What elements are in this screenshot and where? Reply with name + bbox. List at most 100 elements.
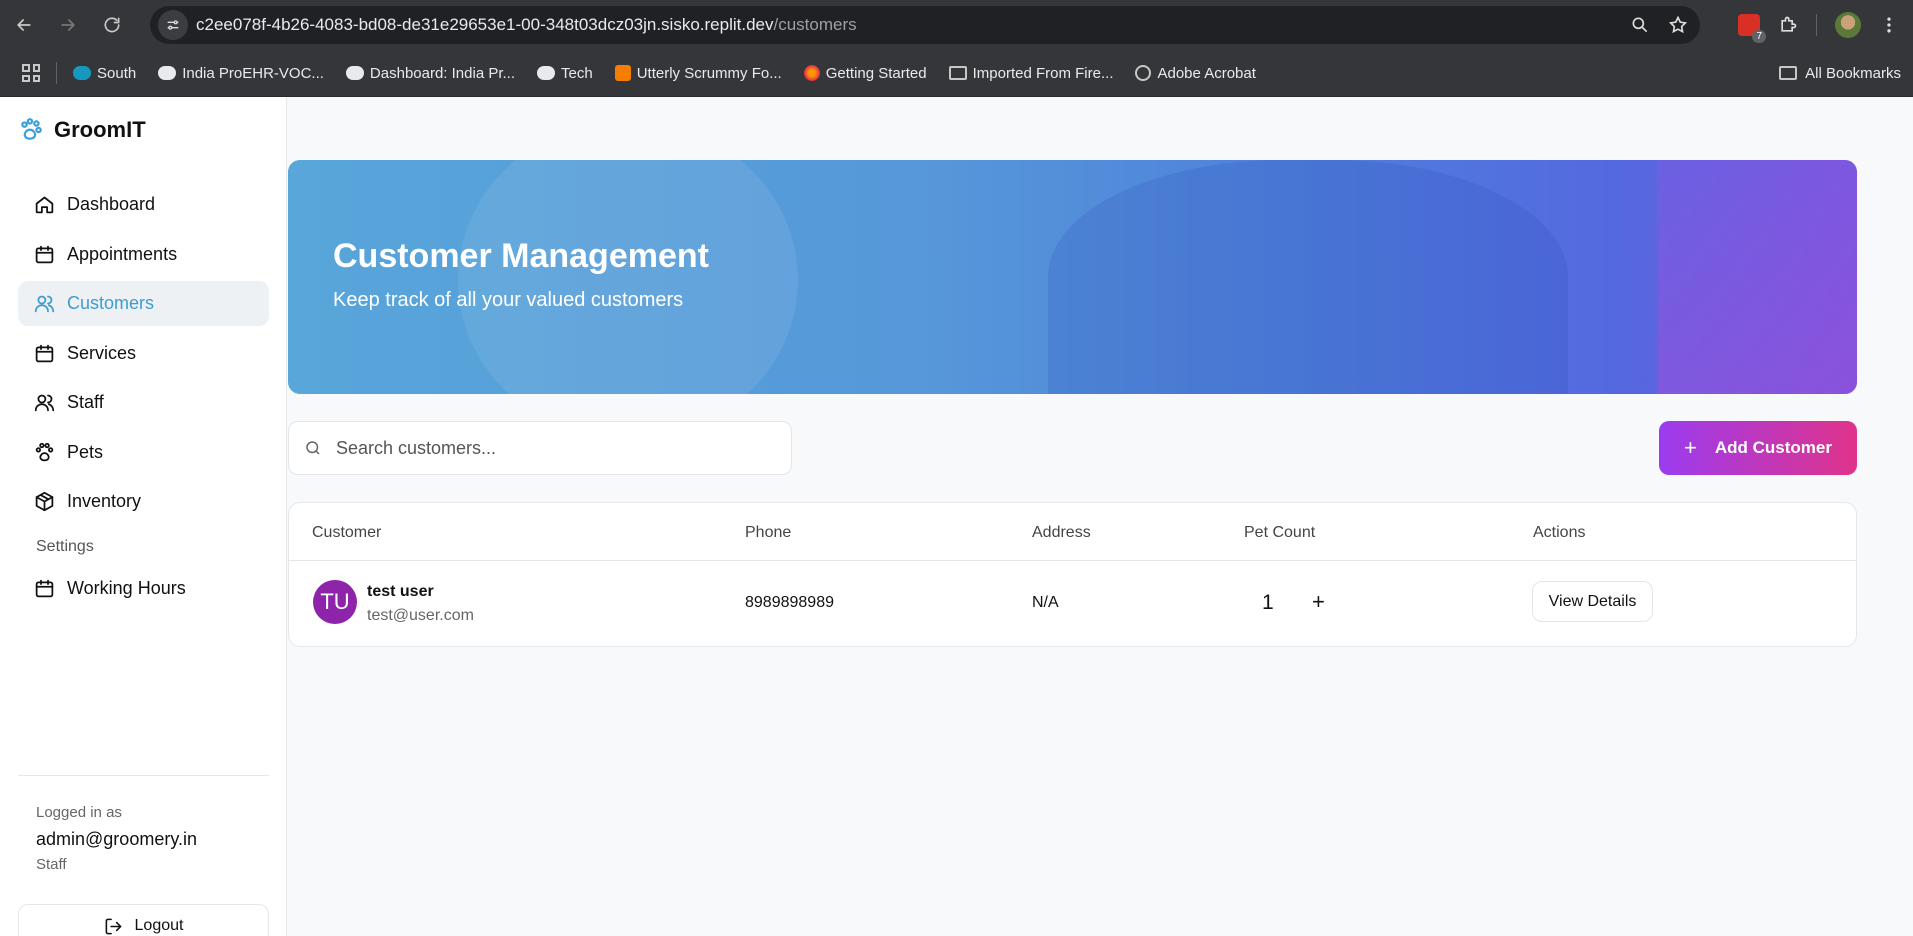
extension-icon[interactable]: 7 xyxy=(1738,14,1766,43)
sidebar-item-label: Working Hours xyxy=(67,578,186,598)
paw-logo-icon xyxy=(18,117,44,143)
cloud-icon xyxy=(345,66,364,80)
bookmark-item[interactable]: Dashboard: India Pr... xyxy=(345,65,515,82)
reload-button[interactable] xyxy=(92,5,132,45)
calendar-icon xyxy=(35,344,54,362)
add-pet-button[interactable]: + xyxy=(1312,589,1325,615)
user-email: admin@groomery.in xyxy=(36,829,197,849)
pet-count-value: 1 xyxy=(1262,591,1274,614)
star-icon[interactable] xyxy=(1668,15,1688,35)
main-content: Customer Management Keep track of all yo… xyxy=(288,97,1913,936)
brand[interactable]: GroomIT xyxy=(18,117,146,143)
bookmark-item[interactable]: South xyxy=(73,65,136,82)
logout-button[interactable]: Logout xyxy=(18,904,269,936)
table-row: TU test user test@user.com 8989898989 N/… xyxy=(289,561,1856,647)
user-role: Staff xyxy=(36,856,67,873)
bookmark-item[interactable]: Utterly Scrummy Fo... xyxy=(614,64,782,82)
sidebar-item-label: Pets xyxy=(67,441,104,462)
calendar-icon xyxy=(35,579,54,598)
sidebar-item-services[interactable]: Services xyxy=(18,331,269,376)
bookmark-item[interactable]: India ProEHR-VOC... xyxy=(158,65,324,82)
bookmark-label: Imported From Fire... xyxy=(972,64,1114,82)
cloud-blue-icon xyxy=(73,66,91,80)
users-icon xyxy=(34,394,55,412)
sidebar-item-label: Appointments xyxy=(67,243,178,264)
sidebar-item-staff[interactable]: Staff xyxy=(18,380,269,425)
plus-icon: + xyxy=(1684,435,1697,460)
sidebar-item-dashboard[interactable]: Dashboard xyxy=(18,182,269,227)
extension-badge: 7 xyxy=(1752,30,1766,43)
logout-icon xyxy=(105,918,121,934)
extensions-puzzle-icon[interactable] xyxy=(1778,15,1798,35)
search-input[interactable] xyxy=(336,437,776,459)
column-header-phone: Phone xyxy=(745,524,792,541)
zoom-icon[interactable] xyxy=(1630,15,1650,35)
globe-icon xyxy=(1135,65,1152,81)
customer-address: N/A xyxy=(1032,594,1059,611)
avatar: TU xyxy=(313,580,357,624)
sidebar-item-working-hours[interactable]: Working Hours xyxy=(18,566,269,611)
firefox-icon xyxy=(803,65,820,81)
column-header-customer: Customer xyxy=(312,524,382,541)
url-host: c2ee078f-4b26-4083-bd08-de31e29653e1-00-… xyxy=(196,15,774,34)
more-menu-icon[interactable] xyxy=(1879,15,1899,35)
sidebar-item-appointments[interactable]: Appointments xyxy=(18,232,269,277)
add-customer-button[interactable]: + Add Customer xyxy=(1659,421,1857,475)
hero-banner: Customer Management Keep track of all yo… xyxy=(288,160,1857,394)
bookmark-label: Utterly Scrummy Fo... xyxy=(636,64,782,82)
bookmark-label: Tech xyxy=(561,64,593,82)
sidebar-footer: Logged in as admin@groomery.in Staff Log… xyxy=(18,775,269,936)
package-icon xyxy=(35,491,54,512)
bookmark-item[interactable]: Tech xyxy=(537,65,593,82)
site-info-icon[interactable] xyxy=(158,10,188,40)
hero-background-shape xyxy=(1657,160,1857,394)
forward-button[interactable] xyxy=(48,5,88,45)
column-header-address: Address xyxy=(1032,524,1091,541)
sidebar-item-label: Services xyxy=(67,342,137,363)
hero-background-shape xyxy=(1048,160,1568,394)
blogger-icon xyxy=(614,65,631,81)
back-button[interactable] xyxy=(4,5,44,45)
sidebar-item-inventory[interactable]: Inventory xyxy=(18,479,269,524)
logged-in-label: Logged in as xyxy=(36,804,122,821)
sidebar-nav: Dashboard Appointments Customers Service… xyxy=(18,182,269,616)
sidebar-item-label: Staff xyxy=(67,392,104,412)
sidebar-item-label: Inventory xyxy=(67,491,142,511)
sidebar: GroomIT Dashboard Appointments Customers… xyxy=(0,97,287,936)
address-bar[interactable]: c2ee078f-4b26-4083-bd08-de31e29653e1-00-… xyxy=(150,6,1700,44)
column-header-pet-count: Pet Count xyxy=(1244,524,1316,541)
customers-table: Customer Phone Address Pet Count Actions… xyxy=(288,502,1857,647)
page-title: Customer Management xyxy=(333,237,709,275)
reload-icon xyxy=(104,17,120,33)
profile-avatar[interactable] xyxy=(1835,12,1861,38)
customer-phone: 8989898989 xyxy=(745,594,834,611)
sidebar-item-customers[interactable]: Customers xyxy=(18,281,269,326)
bookmark-item[interactable]: Getting Started xyxy=(803,64,927,82)
folder-icon xyxy=(948,66,967,80)
sidebar-item-pets[interactable]: Pets xyxy=(18,430,269,475)
bookmark-item[interactable]: Adobe Acrobat xyxy=(1135,64,1256,82)
brand-name: GroomIT xyxy=(54,117,146,142)
apps-grid-icon[interactable] xyxy=(22,64,40,82)
all-bookmarks-button[interactable]: All Bookmarks xyxy=(1779,65,1901,82)
folder-icon xyxy=(1779,66,1798,80)
search-icon xyxy=(306,441,320,455)
all-bookmarks-label: All Bookmarks xyxy=(1805,64,1901,82)
bookmarks-divider xyxy=(56,62,57,84)
sidebar-item-label: Customers xyxy=(67,293,155,313)
bookmark-label: Getting Started xyxy=(825,64,927,82)
customer-name: test user xyxy=(367,583,434,600)
hero-background-shape xyxy=(458,160,798,394)
browser-toolbar: c2ee078f-4b26-4083-bd08-de31e29653e1-00-… xyxy=(0,0,1913,50)
view-details-button[interactable]: View Details xyxy=(1532,581,1653,622)
customer-email: test@user.com xyxy=(367,607,474,624)
page-subtitle: Keep track of all your valued customers xyxy=(333,289,684,311)
search-field[interactable] xyxy=(288,421,792,475)
bookmark-label: Adobe Acrobat xyxy=(1157,64,1256,82)
sidebar-item-label: Dashboard xyxy=(67,194,156,214)
url-text[interactable]: c2ee078f-4b26-4083-bd08-de31e29653e1-00-… xyxy=(196,15,857,35)
bookmark-label: India ProEHR-VOC... xyxy=(182,64,324,82)
toolbar-divider xyxy=(1816,14,1817,36)
arrow-left-icon xyxy=(17,19,31,31)
bookmark-folder[interactable]: Imported From Fire... xyxy=(948,64,1114,82)
